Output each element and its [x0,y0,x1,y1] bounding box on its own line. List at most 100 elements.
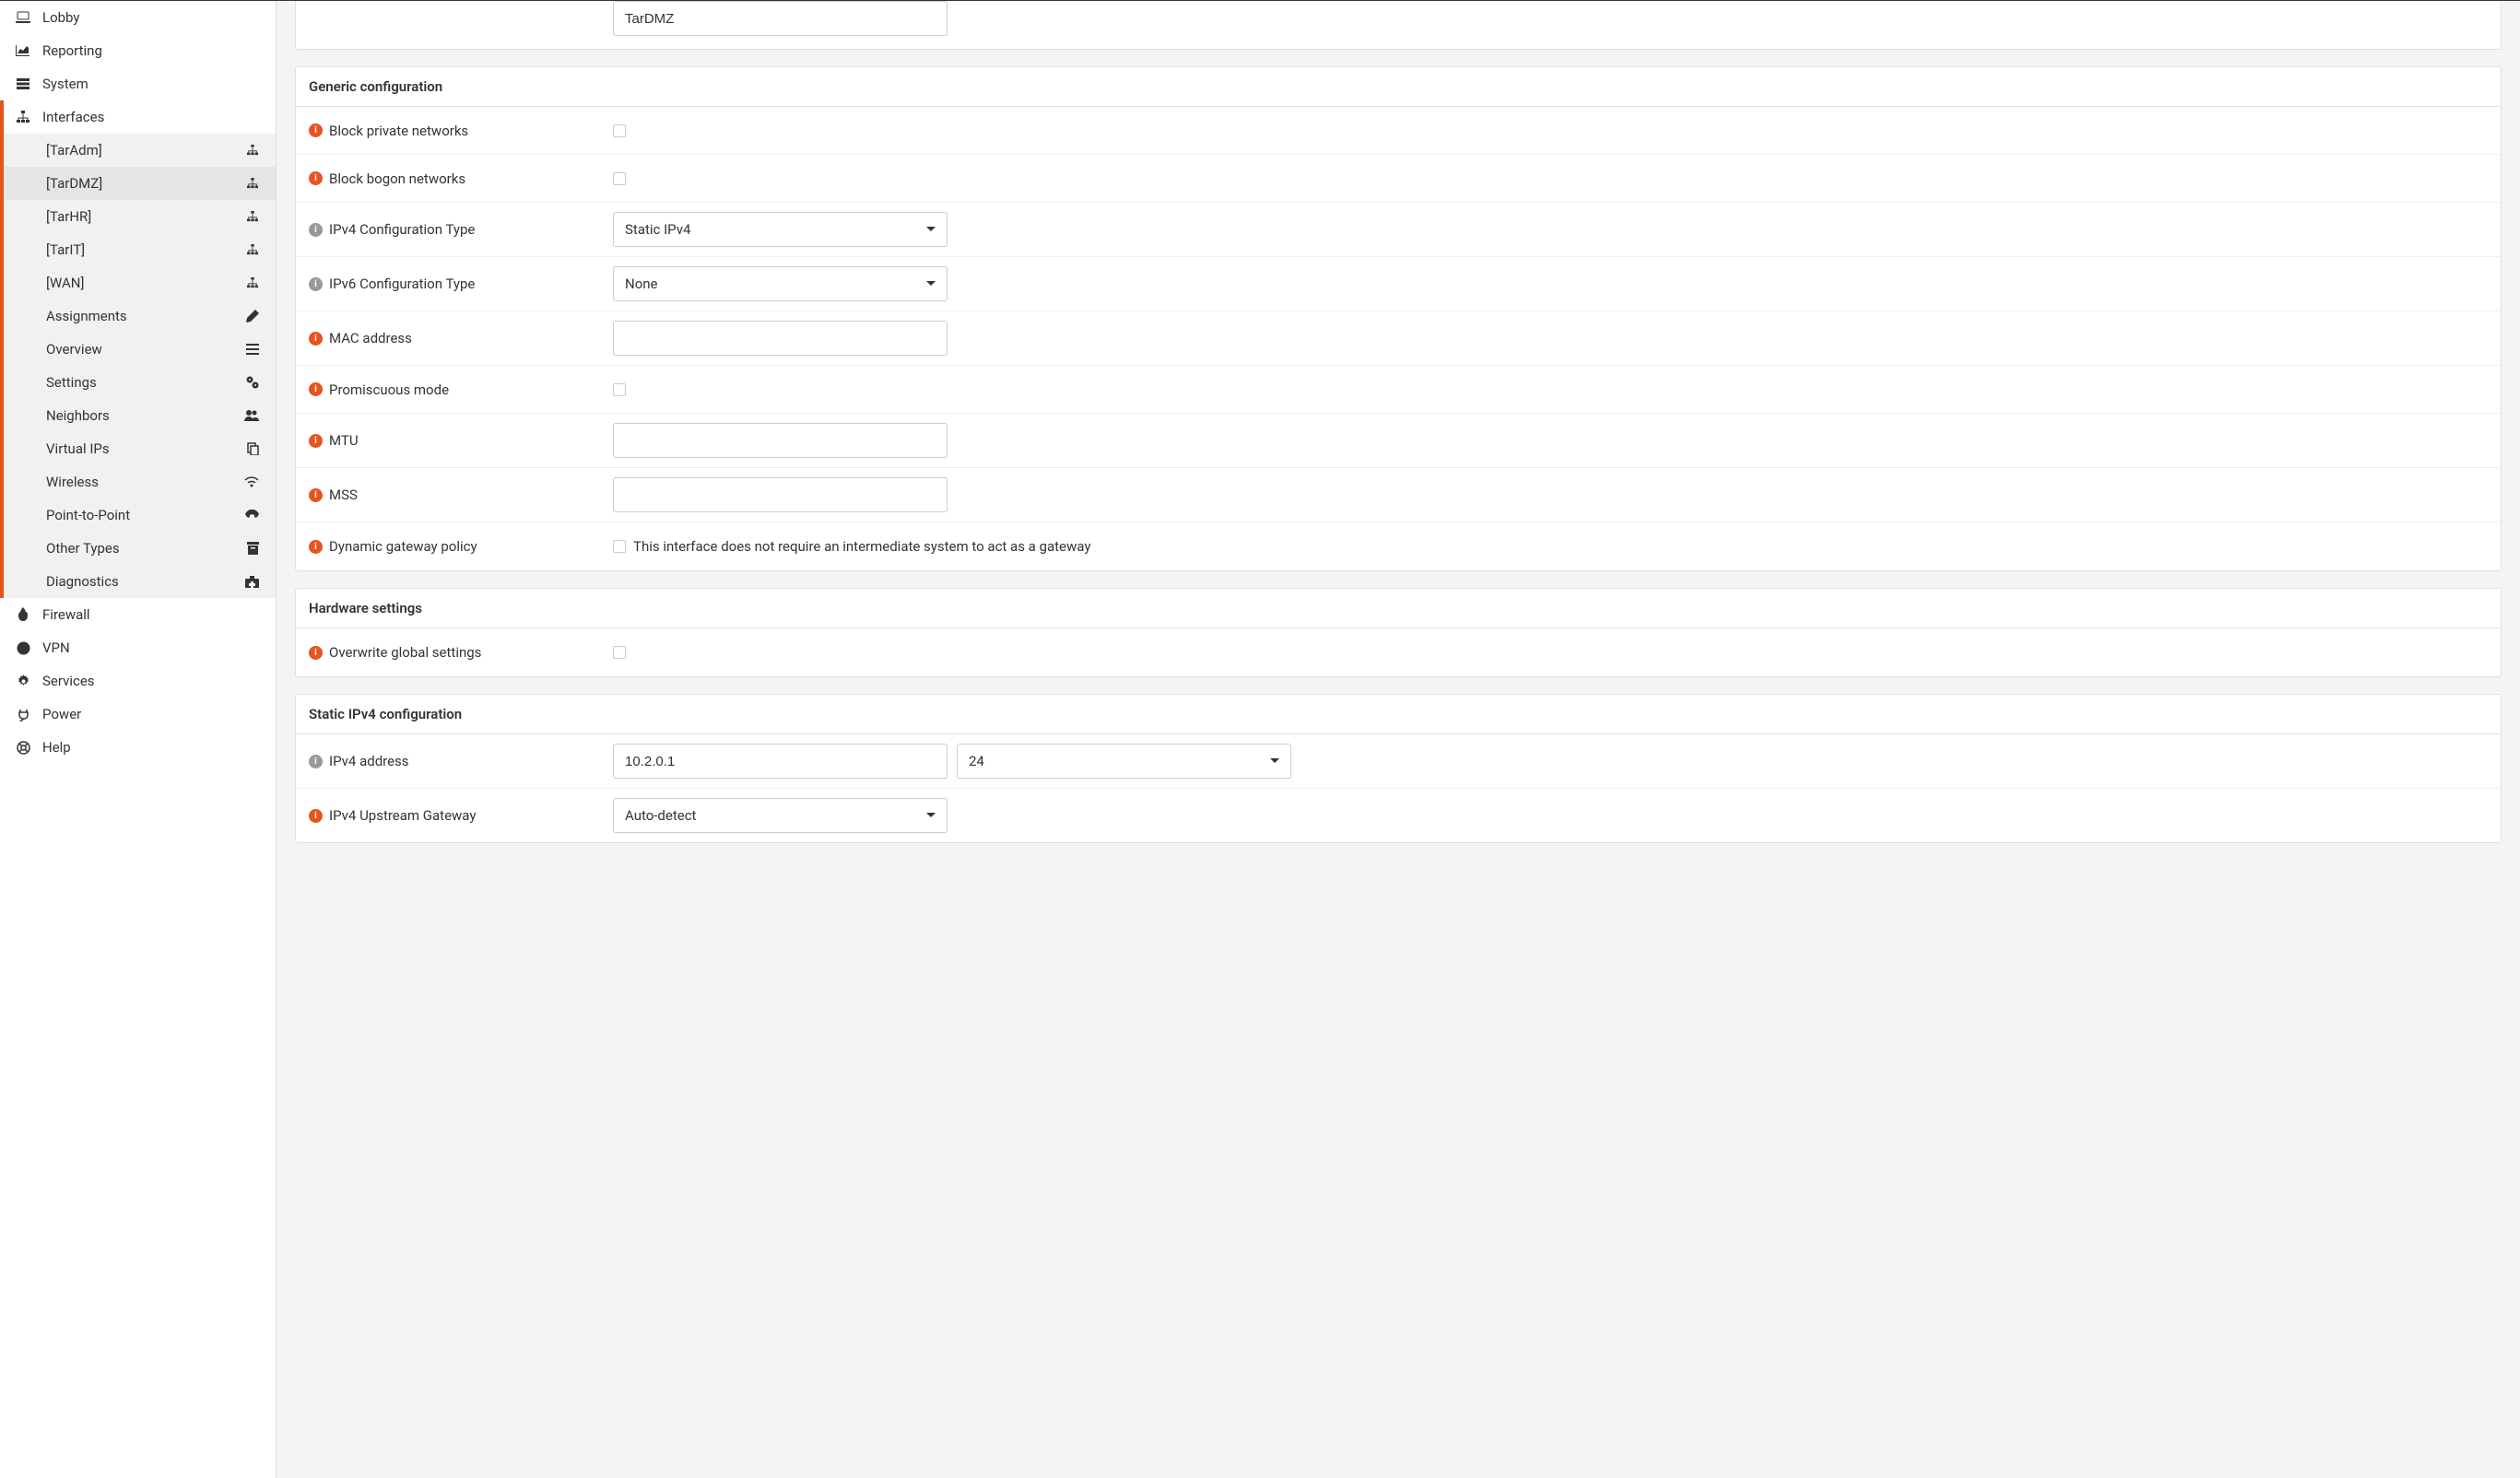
info-icon[interactable]: i [309,171,323,185]
sidebar-item-taradm[interactable]: [TarAdm] [4,134,276,167]
row-mss: i MSS [296,468,2501,522]
sidebar-item-wireless[interactable]: Wireless [4,465,276,499]
nav-vpn-label: VPN [42,639,70,656]
info-icon[interactable]: i [309,123,323,137]
select-ipv4-cidr[interactable]: 24 [957,744,1291,779]
sidebar-item-label: [TarDMZ] [46,175,102,192]
panel-top-partial [295,1,2502,50]
sidebar-item-overview[interactable]: Overview [4,333,276,366]
label-ipv4-address: IPv4 address [329,753,409,769]
label-ipv4-config: IPv4 Configuration Type [329,221,475,238]
gears-icon [246,376,259,389]
checkbox-overwrite[interactable] [613,646,626,659]
sidebar-item-label: Virtual IPs [46,440,110,457]
fire-icon [13,607,33,622]
label-ipv6-config: IPv6 Configuration Type [329,276,475,292]
life-ring-icon [13,741,33,755]
nav-system[interactable]: System [0,67,276,100]
caret-down-icon [926,281,936,287]
select-ipv4-gateway[interactable]: Auto-detect [613,798,948,833]
label-ipv4-gateway: IPv4 Upstream Gateway [329,807,476,824]
laptop-icon [13,11,33,24]
input-mac[interactable] [613,321,948,356]
sidebar-item-settings[interactable]: Settings [4,366,276,399]
label-mac: MAC address [329,330,412,346]
caret-down-icon [926,227,936,232]
label-mtu: MTU [329,432,359,449]
sidebar-item-other types[interactable]: Other Types [4,532,276,565]
info-icon[interactable]: i [309,755,323,768]
wifi-icon [244,476,259,487]
nav-services-label: Services [42,673,95,689]
label-block-private: Block private networks [329,123,468,139]
select-ipv6-config[interactable]: None [613,266,948,301]
label-mss: MSS [329,487,358,503]
sidebar-item-tarhr[interactable]: [TarHR] [4,200,276,233]
panel-static-ipv4-heading: Static IPv4 configuration [296,695,2501,734]
checkbox-block-private[interactable] [613,124,626,137]
input-mtu[interactable] [613,423,948,458]
sidebar-item-neighbors[interactable]: Neighbors [4,399,276,432]
sidebar-item-label: Other Types [46,540,120,557]
nav-services[interactable]: Services [0,664,276,698]
checkbox-promiscuous[interactable] [613,383,626,396]
info-icon[interactable]: i [309,277,323,291]
nav-interfaces[interactable]: Interfaces [4,100,276,134]
sidebar-item-label: Neighbors [46,407,110,424]
sidebar-item-label: [WAN] [46,275,84,291]
info-icon[interactable]: i [309,332,323,346]
panel-generic: Generic configuration iBlock private net… [295,66,2502,571]
panel-static-ipv4: Static IPv4 configuration iIPv4 address … [295,694,2502,843]
sidebar-item-tarit[interactable]: [TarIT] [4,233,276,266]
caret-down-icon [926,813,936,818]
sidebar-item-wan[interactable]: [WAN] [4,266,276,299]
sidebar-item-label: Overview [46,341,102,358]
nav-power[interactable]: Power [0,698,276,731]
sidebar-item-label: [TarHR] [46,208,91,225]
checkbox-dynamic-gateway-wrap[interactable]: This interface does not require an inter… [613,538,1090,555]
chart-area-icon [13,44,33,57]
nav-lobby[interactable]: Lobby [0,1,276,34]
nav-interfaces-label: Interfaces [42,109,104,125]
info-icon[interactable]: i [309,809,323,823]
nav-vpn[interactable]: VPN [0,631,276,664]
info-icon[interactable]: i [309,223,323,237]
server-icon [13,77,33,90]
select-ipv4-config[interactable]: Static IPv4 [613,212,948,247]
info-icon[interactable]: i [309,434,323,448]
sidebar-item-label: Wireless [46,474,99,490]
nav-firewall[interactable]: Firewall [0,598,276,631]
panel-hardware-heading: Hardware settings [296,589,2501,628]
sidebar-item-virtual ips[interactable]: Virtual IPs [4,432,276,465]
row-dynamic-gateway: iDynamic gateway policy This interface d… [296,522,2501,570]
sitemap-icon [246,178,259,189]
panel-hardware: Hardware settings iOverwrite global sett… [295,588,2502,677]
nav-system-label: System [42,76,88,92]
info-icon[interactable]: i [309,540,323,554]
users-icon [244,410,259,421]
nav-help[interactable]: Help [0,731,276,764]
nav-power-label: Power [42,706,81,722]
input-mss[interactable] [613,477,948,512]
sidebar-item-diagnostics[interactable]: Diagnostics [4,565,276,598]
checkbox-dynamic-gateway[interactable] [613,540,626,553]
globe-icon [13,641,33,655]
row-block-private: i Block private networks [296,107,2501,155]
info-icon[interactable]: i [309,382,323,396]
label-promiscuous: Promiscuous mode [329,381,449,398]
sidebar-item-tardmz[interactable]: [TarDMZ] [4,167,276,200]
checkbox-block-bogon[interactable] [613,172,626,185]
info-icon[interactable]: i [309,646,323,660]
info-icon[interactable]: i [309,488,323,502]
input-ipv4-address[interactable] [613,744,948,779]
sitemap-icon [246,277,259,288]
nav-reporting[interactable]: Reporting [0,34,276,67]
sidebar-item-assignments[interactable]: Assignments [4,299,276,333]
nav-lobby-label: Lobby [42,9,80,26]
row-block-bogon: i Block bogon networks [296,155,2501,203]
sidebar-item-point-to-point[interactable]: Point-to-Point [4,499,276,532]
row-mac: i MAC address [296,311,2501,366]
label-block-bogon: Block bogon networks [329,170,465,187]
description-input[interactable] [613,1,948,36]
sitemap-icon [246,145,259,156]
